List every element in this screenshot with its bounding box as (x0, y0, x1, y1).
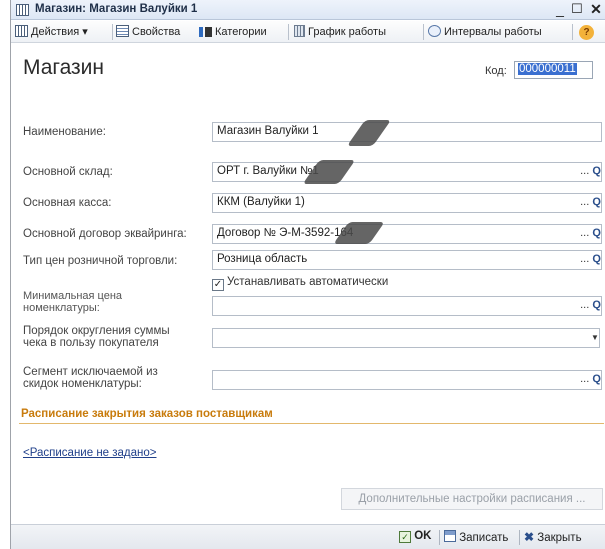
magnifier-icon: Q (592, 373, 601, 385)
footer-divider (439, 530, 440, 545)
ok-label: OK (414, 530, 432, 542)
footer-divider (519, 530, 520, 545)
rounding-order-select[interactable] (212, 328, 600, 348)
min-price-field[interactable] (212, 296, 582, 316)
main-cashbox-field[interactable]: ККМ (Валуйки 1) (212, 193, 582, 213)
retail-price-type-label: Тип цен розничной торговли: (23, 255, 178, 267)
excluded-segment-label-line1: Сегмент исключаемой из (23, 366, 158, 378)
form-title: Магазин (23, 56, 105, 79)
toolbar-divider (572, 24, 573, 40)
section-title: Расписание закрытия заказов поставщикам (21, 408, 273, 420)
auto-set-label: Устанавливать автоматически (227, 276, 389, 288)
properties-button[interactable]: Свойства (116, 24, 180, 40)
actions-menu[interactable]: Действия ▾ (15, 24, 88, 40)
ellipsis-icon: ... (580, 253, 590, 265)
close-button[interactable]: ✖ Закрыть (524, 530, 582, 544)
close-icon: ✖ (524, 530, 535, 544)
properties-label: Свойства (132, 26, 181, 38)
main-cashbox-select-button[interactable]: ... Q (580, 193, 602, 213)
floppy-icon (444, 530, 456, 542)
title-bar[interactable]: Магазин: Магазин Валуйки 1 _ ☐ ✕ (11, 0, 605, 20)
chevron-down-icon: ▾ (82, 26, 88, 38)
toolbar-divider (423, 24, 424, 40)
categories-icon (199, 27, 212, 37)
close-window-button[interactable]: ✕ (589, 1, 603, 18)
chevron-down-icon[interactable]: ▼ (588, 328, 602, 348)
categories-button[interactable]: Категории (199, 24, 267, 40)
main-warehouse-field[interactable]: ОРТ г. Валуйки №1 (212, 162, 582, 182)
code-value: 000000011 (518, 63, 577, 75)
window-title: Магазин: Магазин Валуйки 1 (35, 3, 198, 15)
magnifier-icon: Q (592, 196, 601, 208)
check-icon: ✓ (399, 531, 411, 543)
toolbar-divider (288, 24, 289, 40)
intervals-button[interactable]: Интервалы работы (428, 24, 542, 40)
code-input[interactable]: 000000011 (514, 61, 593, 79)
save-label: Записать (459, 532, 509, 544)
schedule-label: График работы (308, 26, 386, 38)
excluded-segment-select-button[interactable]: ... Q (580, 370, 602, 390)
main-warehouse-select-button[interactable]: ... Q (580, 162, 602, 182)
magnifier-icon: Q (592, 253, 601, 265)
ellipsis-icon: ... (580, 299, 590, 311)
footer-bar: ✓ OK Записать ✖ Закрыть (11, 524, 605, 549)
min-price-label: Минимальная цена номенклатуры: (23, 290, 122, 314)
toolbar-divider (112, 24, 113, 40)
excluded-segment-label: Сегмент исключаемой из скидок номенклату… (23, 366, 158, 390)
ok-button[interactable]: ✓ OK (399, 530, 431, 543)
ellipsis-icon: ... (580, 227, 590, 239)
table-icon (15, 25, 28, 37)
schedule-icon (294, 25, 305, 37)
magnifier-icon: Q (592, 165, 601, 177)
close-label: Закрыть (537, 532, 582, 544)
maximize-button[interactable]: ☐ (570, 1, 584, 17)
main-warehouse-label: Основной склад: (23, 166, 113, 178)
help-button[interactable]: ? (579, 24, 594, 40)
retail-price-type-field[interactable]: Розница область (212, 250, 582, 270)
properties-icon (116, 25, 129, 37)
intervals-label: Интервалы работы (444, 26, 542, 38)
name-label: Наименование: (23, 126, 106, 138)
checkbox-checked-icon: ✓ (212, 279, 224, 291)
min-price-select-button[interactable]: ... Q (580, 296, 602, 316)
main-cashbox-label: Основная касса: (23, 197, 112, 209)
minimize-button[interactable]: _ (553, 1, 567, 17)
ellipsis-icon: ... (580, 165, 590, 177)
clock-icon (428, 25, 441, 37)
acquiring-contract-label: Основной договор эквайринга: (23, 228, 187, 240)
toolbar: Действия ▾ Свойства Категории График раб… (11, 21, 605, 43)
categories-label: Категории (215, 26, 267, 38)
schedule-link[interactable]: <Расписание не задано> (23, 447, 157, 459)
form-icon (16, 4, 29, 16)
excluded-segment-field[interactable] (212, 370, 582, 390)
auto-set-checkbox[interactable]: ✓ Устанавливать автоматически (212, 276, 388, 291)
min-price-label-line1: Минимальная цена (23, 290, 123, 302)
code-label: Код: (485, 65, 507, 77)
extra-schedule-settings-button[interactable]: Дополнительные настройки расписания ... (341, 488, 603, 510)
excluded-segment-label-line2: скидок номенклатуры: (23, 378, 142, 390)
shop-form-window: Магазин: Магазин Валуйки 1 _ ☐ ✕ Действи… (10, 0, 605, 549)
rounding-order-label-line2: чека в пользу покупателя (23, 337, 159, 349)
help-icon: ? (579, 25, 594, 40)
save-button[interactable]: Записать (444, 530, 508, 544)
ellipsis-icon: ... (580, 196, 590, 208)
magnifier-icon: Q (592, 299, 601, 311)
min-price-label-line2: номенклатуры: (23, 302, 100, 314)
name-field[interactable]: Магазин Валуйки 1 (212, 122, 602, 142)
retail-price-type-select-button[interactable]: ... Q (580, 250, 602, 270)
rounding-order-label: Порядок округления суммы чека в пользу п… (23, 325, 170, 349)
acquiring-contract-select-button[interactable]: ... Q (580, 224, 602, 244)
schedule-button[interactable]: График работы (294, 24, 386, 40)
magnifier-icon: Q (592, 227, 601, 239)
acquiring-contract-field[interactable]: Договор № Э-М-3592-164 (212, 224, 582, 244)
ellipsis-icon: ... (580, 373, 590, 385)
rounding-order-label-line1: Порядок округления суммы (23, 325, 170, 337)
actions-menu-label: Действия (31, 26, 80, 38)
section-divider (19, 423, 604, 424)
